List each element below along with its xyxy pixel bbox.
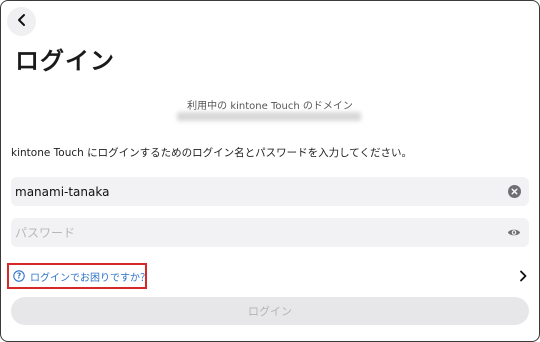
domain-label: 利用中の kintone Touch のドメイン bbox=[187, 101, 353, 112]
svg-text:?: ? bbox=[17, 271, 21, 280]
login-help-label: ログインでお困りですか？ bbox=[30, 272, 150, 284]
login-screen: ログイン 利用中の kintone Touch のドメイン kintone To… bbox=[0, 0, 540, 342]
password-field[interactable] bbox=[11, 218, 529, 247]
question-circle-icon: ? bbox=[13, 267, 25, 286]
login-button[interactable]: ログイン bbox=[11, 297, 529, 325]
domain-value-blurred bbox=[177, 112, 361, 121]
instruction-text: kintone Touch にログインするためのログイン名とパスワードを入力して… bbox=[11, 147, 412, 159]
login-help-link[interactable]: ? ログインでお困りですか？ bbox=[7, 263, 150, 289]
username-input[interactable] bbox=[15, 184, 529, 199]
login-button-label: ログイン bbox=[248, 305, 292, 318]
back-button[interactable] bbox=[7, 7, 36, 36]
chevron-right-icon[interactable] bbox=[517, 269, 529, 283]
page-title: ログイン bbox=[15, 47, 115, 75]
password-input[interactable] bbox=[15, 225, 529, 240]
chevron-left-icon bbox=[16, 12, 28, 31]
username-field[interactable] bbox=[11, 177, 529, 206]
eye-icon[interactable] bbox=[507, 226, 521, 240]
clear-circle-icon[interactable] bbox=[507, 185, 521, 199]
